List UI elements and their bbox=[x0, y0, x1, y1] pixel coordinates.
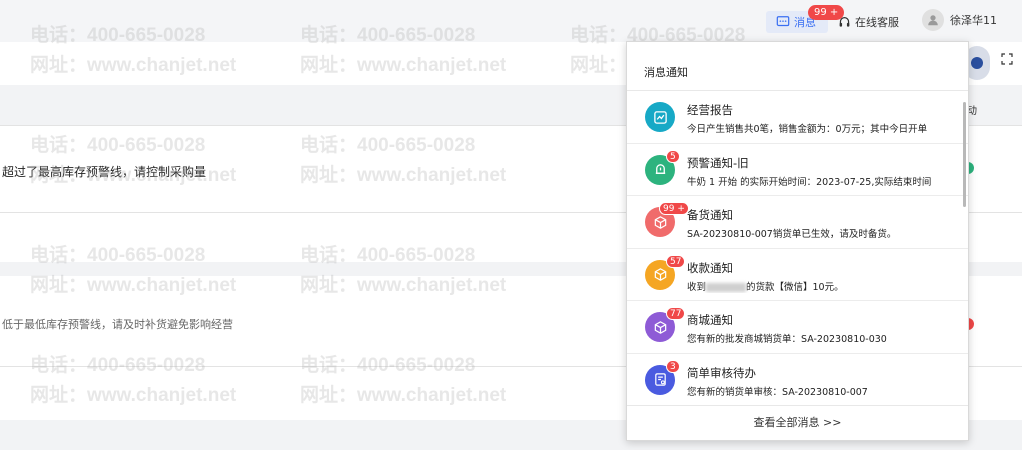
redacted-name bbox=[706, 282, 747, 292]
message-list: 经营报告 今日产生销售共0笔，销售金额为：0万元；其中今日开单 5 预警通知-旧… bbox=[627, 91, 968, 405]
user-icon bbox=[928, 15, 938, 26]
watermark-phone: 电话：400-665-0028 bbox=[30, 135, 206, 156]
message-item-approval[interactable]: 3 简单审核待办 您有新的销货单审核：SA-20230810-007 bbox=[627, 354, 968, 406]
watermark-phone: 电话：400-665-0028 bbox=[300, 135, 476, 156]
message-title: 经营报告 bbox=[687, 103, 733, 117]
unread-badge: 3 bbox=[666, 359, 680, 373]
message-title: 预警通知-旧 bbox=[687, 155, 749, 170]
chart-icon bbox=[645, 102, 675, 132]
message-title: 备货通知 bbox=[687, 208, 733, 222]
watermark-site: 网址：www.chanjet.net bbox=[30, 385, 237, 406]
panel-title: 消息通知 bbox=[644, 66, 688, 79]
message-desc-suffix: 的货款【微信】10元。 bbox=[746, 281, 844, 293]
customer-service-link[interactable]: 在线客服 bbox=[838, 14, 899, 30]
message-notification-panel: 消息通知 经营报告 今日产生销售共0笔，销售金额为：0万元；其中今日开单 5 预… bbox=[626, 41, 969, 441]
message-item-business-report[interactable]: 经营报告 今日产生销售共0笔，销售金额为：0万元；其中今日开单 bbox=[627, 91, 968, 144]
customer-service-label: 在线客服 bbox=[855, 16, 899, 29]
avatar bbox=[922, 9, 944, 31]
divider bbox=[627, 405, 968, 406]
message-item-warning[interactable]: 5 预警通知-旧 牛奶 1 开始 的实际开始时间：2023-07-25,实际结束… bbox=[627, 144, 968, 196]
message-desc-prefix: 收到 bbox=[687, 281, 707, 293]
username: 徐泽华11 bbox=[950, 14, 997, 27]
watermark-site: 网址：www.chanjet.net bbox=[300, 385, 507, 406]
message-item-payment[interactable]: 57 收款通知 收到 的货款【微信】10元。 bbox=[627, 249, 968, 301]
message-item-mall[interactable]: 77 商城通知 您有新的批发商城销货单：SA-20230810-030 bbox=[627, 301, 968, 354]
unread-badge: 77 bbox=[666, 307, 686, 320]
message-desc: 您有新的销货单审核：SA-20230810-007 bbox=[687, 386, 868, 398]
unread-badge: 5 bbox=[666, 149, 680, 163]
message-desc: 今日产生销售共0笔，销售金额为：0万元；其中今日开单 bbox=[687, 124, 928, 135]
watermark-site: 网址：www.chanjet.net bbox=[300, 55, 507, 76]
top-bar: 消息 99 + 在线客服 徐泽华11 bbox=[0, 0, 1022, 42]
unread-badge: 99 + bbox=[659, 202, 689, 215]
watermark-phone: 电话：400-665-0028 bbox=[30, 355, 206, 376]
view-all-messages-link[interactable]: 查看全部消息 >> bbox=[627, 414, 968, 430]
user-menu[interactable]: 徐泽华11 bbox=[922, 9, 997, 31]
message-title: 商城通知 bbox=[687, 313, 733, 327]
high-stock-warning: 超过了最高库存预警线，请控制采购量 bbox=[2, 165, 207, 179]
watermark-site: 网址：www.chanjet.net bbox=[300, 165, 507, 186]
message-title: 简单审核待办 bbox=[687, 365, 756, 380]
message-item-stock-prep[interactable]: 99 + 备货通知 SA-20230810-007销货单已生效，请及时备货。 bbox=[627, 196, 968, 249]
message-icon bbox=[776, 16, 790, 27]
headset-icon bbox=[839, 16, 850, 27]
message-desc: SA-20230810-007销货单已生效，请及时备货。 bbox=[687, 229, 897, 240]
watermark-phone: 电话：400-665-0028 bbox=[300, 355, 476, 376]
message-desc: 牛奶 1 开始 的实际开始时间：2023-07-25,实际结束时间 bbox=[687, 176, 932, 188]
message-title: 收款通知 bbox=[687, 260, 733, 275]
fullscreen-icon[interactable] bbox=[1001, 53, 1013, 65]
message-desc: 您有新的批发商城销货单：SA-20230810-030 bbox=[687, 334, 887, 345]
scrollbar[interactable] bbox=[963, 102, 966, 207]
watermark-site: 网址：www.chanjet.net bbox=[30, 55, 237, 76]
message-desc: 收到 的货款【微信】10元。 bbox=[687, 279, 965, 293]
unread-badge: 57 bbox=[666, 254, 686, 268]
low-stock-warning: 低于最低库存预警线，请及时补货避免影响经营 bbox=[2, 318, 233, 331]
